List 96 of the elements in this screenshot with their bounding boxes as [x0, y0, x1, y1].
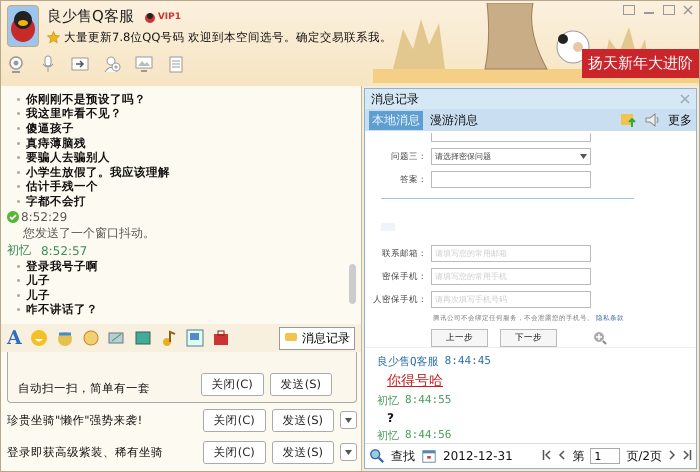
system-message: 您发送了一个窗口抖动。 — [22, 225, 156, 242]
panel-title: 消息记录 — [371, 90, 419, 108]
signature-text: 大量更新7.8位QQ号码 欢迎到本空间选号。确定交易联系我。 — [64, 30, 392, 45]
select-field[interactable]: 请选择密保问题 — [431, 148, 591, 165]
export-icon[interactable] — [620, 111, 638, 129]
bullet-icon — [17, 98, 20, 101]
smiley-icon[interactable] — [30, 329, 48, 347]
search-icon[interactable] — [369, 448, 385, 464]
input-field[interactable] — [431, 171, 591, 188]
chat-message: 登录我号子啊 — [26, 258, 98, 274]
field-label: 答案： — [399, 174, 427, 186]
close-button[interactable]: 关闭(C) — [200, 373, 264, 396]
chat-message: 儿子 — [26, 288, 50, 303]
vip-badge: VIP1 — [144, 10, 181, 22]
image-icon[interactable] — [134, 329, 152, 347]
bullet-icon — [17, 294, 20, 297]
input-field[interactable] — [431, 133, 591, 142]
chat-message: 真痔薄脑残 — [26, 136, 86, 151]
scrollbar-thumb[interactable] — [349, 264, 356, 304]
step-button[interactable]: 上一步 — [431, 329, 488, 347]
bullet-icon — [17, 170, 20, 174]
page-count: 页/2页 — [626, 448, 662, 464]
chat-message: 你得号哈 — [386, 373, 443, 389]
tab[interactable]: 漫游消息 — [427, 110, 481, 130]
bullet-icon — [17, 156, 20, 160]
promo-banner[interactable]: 扬天新年大进阶 — [582, 49, 699, 78]
chat-message: 字都不会打 — [26, 194, 86, 209]
chat-message: ? — [386, 411, 394, 425]
close-button[interactable]: 关闭(C) — [202, 408, 266, 432]
chat-message: 儿子 — [26, 273, 50, 288]
chat-message: 傻逼孩子 — [26, 120, 74, 136]
notepad-icon[interactable] — [167, 55, 185, 73]
sender-name: 良少售Q客服 — [377, 354, 439, 369]
step-button[interactable]: 下一步 — [500, 329, 557, 347]
chat-message: 估计手残一个 — [26, 179, 98, 194]
camera-icon[interactable] — [7, 55, 25, 73]
contact-name: 良少售Q客服 — [47, 7, 134, 26]
maximize-icon[interactable] — [663, 5, 675, 15]
transfer-icon[interactable] — [71, 55, 89, 73]
screenshot-icon[interactable] — [186, 329, 204, 347]
bullet-icon — [17, 308, 20, 312]
bullet-icon — [17, 200, 20, 203]
send-button[interactable]: 发送(S) — [272, 440, 334, 464]
check-icon — [7, 210, 19, 223]
bullet-icon — [17, 112, 20, 116]
send-options-button[interactable] — [340, 443, 357, 461]
close-button[interactable]: 关闭(C) — [202, 440, 266, 464]
field-label: 问题三： — [390, 150, 427, 162]
bullet-icon — [17, 142, 20, 145]
promo-text: 自动扫一扫，简单有一套 — [18, 381, 151, 396]
promo-text: 登录即获高级紫装、稀有坐骑 — [7, 444, 164, 460]
close-icon[interactable] — [680, 94, 690, 104]
more-link[interactable]: 更多 — [668, 112, 692, 128]
bullet-icon — [17, 126, 20, 130]
calendar-icon[interactable] — [421, 448, 437, 464]
promo-text: 珍贵坐骑"懒作"强势来袭! — [7, 412, 144, 428]
message-time: 8:44:55 — [405, 393, 452, 408]
message-time: 8:44:56 — [405, 428, 452, 443]
close-icon[interactable] — [683, 5, 693, 15]
font-button[interactable]: A — [7, 329, 22, 347]
message-time: 8:44:45 — [444, 354, 491, 369]
page-input[interactable]: 1 — [590, 448, 620, 464]
bullet-icon — [17, 264, 20, 268]
message-time: 8:52:57 — [41, 244, 88, 258]
sender-name: 初忆 — [7, 242, 31, 260]
dropdown-arrow-icon — [345, 418, 352, 423]
dropdown-arrow-icon — [580, 154, 587, 159]
toolbox-icon[interactable] — [212, 329, 230, 347]
sender-name: 初忆 — [377, 393, 399, 408]
send-button[interactable]: 发送(S) — [270, 373, 332, 396]
screen-icon[interactable] — [135, 55, 153, 73]
page-label: 第 — [572, 448, 584, 464]
search-link[interactable]: 查找 — [391, 448, 415, 464]
date-text[interactable]: 2012-12-31 — [443, 449, 513, 463]
chat-message: 我这里咋看不见？ — [26, 106, 122, 122]
field-label: 联系邮箱： — [381, 248, 427, 260]
send-options-button[interactable] — [340, 411, 357, 429]
field-label: 密保手机： — [381, 270, 427, 282]
chat-message: 你刚刚不是预设了吗？ — [26, 92, 146, 107]
send-button[interactable]: 发送(S) — [272, 408, 334, 432]
chat-message: 咋不讲话了？ — [26, 302, 98, 318]
chat-message: 要骗人去骗别人 — [26, 150, 110, 166]
add-contact-icon[interactable] — [103, 55, 121, 73]
message-time: 8:52:29 — [21, 210, 68, 224]
bullet-icon — [17, 185, 20, 188]
speech-bubble-icon — [284, 332, 298, 344]
dropdown-arrow-icon — [345, 450, 352, 455]
avatar[interactable] — [7, 5, 39, 47]
field-label: 人密保手机： — [372, 294, 427, 306]
star-icon — [47, 31, 60, 44]
zoom-in-icon[interactable] — [593, 331, 607, 345]
skin-icon[interactable] — [623, 5, 635, 15]
bullet-icon — [17, 279, 20, 282]
message-history-button[interactable]: 消息记录 — [279, 326, 355, 350]
chat-message: 小学生放假了。我应该理解 — [26, 164, 170, 180]
sender-name: 初忆 — [377, 428, 399, 443]
